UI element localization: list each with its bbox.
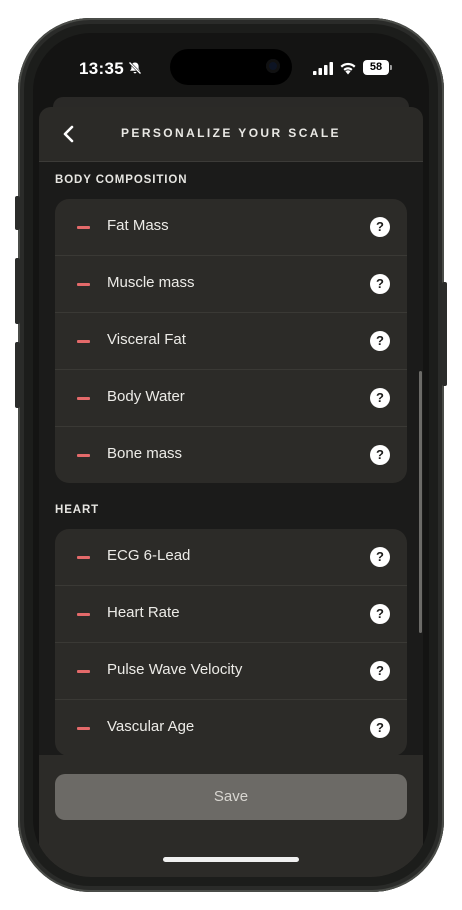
bell-slash-icon: [128, 61, 142, 75]
wifi-icon: [340, 62, 356, 75]
page-title: PERSONALIZE YOUR SCALE: [121, 126, 341, 140]
section-label-body-composition: BODY COMPOSITION: [55, 174, 188, 186]
battery-icon: 58: [363, 60, 389, 75]
item-label: Body Water: [107, 388, 185, 405]
section-label-heart: HEART: [55, 504, 100, 516]
phone-screen: 13:35 58 PERSONALIZE YOUR SCALE BODY COM…: [33, 33, 429, 877]
heart-list: ECG 6-Lead ? Heart Rate ? Pulse Wave Vel…: [55, 529, 407, 756]
item-label: Pulse Wave Velocity: [107, 661, 243, 678]
minus-icon[interactable]: [77, 340, 90, 343]
question-mark-icon[interactable]: ?: [370, 604, 390, 624]
question-mark-icon[interactable]: ?: [370, 547, 390, 567]
item-label: Heart Rate: [107, 604, 180, 621]
scrollbar[interactable]: [419, 371, 422, 633]
power-button: [442, 282, 447, 386]
battery-tip: [390, 65, 392, 70]
item-label: Muscle mass: [107, 274, 195, 291]
question-mark-icon[interactable]: ?: [370, 445, 390, 465]
list-item[interactable]: Vascular Age ?: [55, 700, 407, 756]
list-item[interactable]: Muscle mass ?: [55, 256, 407, 313]
minus-icon[interactable]: [77, 727, 90, 730]
home-indicator[interactable]: [163, 857, 299, 862]
body-composition-list: Fat Mass ? Muscle mass ? Visceral Fat ? …: [55, 199, 407, 483]
list-item[interactable]: Fat Mass ?: [55, 199, 407, 256]
list-item[interactable]: Pulse Wave Velocity ?: [55, 643, 407, 700]
minus-icon[interactable]: [77, 613, 90, 616]
item-label: Vascular Age: [107, 718, 195, 735]
list-item[interactable]: Visceral Fat ?: [55, 313, 407, 370]
status-time: 13:35: [79, 59, 124, 78]
minus-icon[interactable]: [77, 226, 90, 229]
action-button: [15, 196, 20, 230]
minus-icon[interactable]: [77, 397, 90, 400]
minus-icon[interactable]: [77, 556, 90, 559]
minus-icon[interactable]: [77, 283, 90, 286]
question-mark-icon[interactable]: ?: [370, 718, 390, 738]
navigation-bar: PERSONALIZE YOUR SCALE: [39, 107, 423, 162]
volume-down-button: [15, 342, 20, 408]
minus-icon[interactable]: [77, 454, 90, 457]
volume-up-button: [15, 258, 20, 324]
question-mark-icon[interactable]: ?: [370, 388, 390, 408]
item-label: Visceral Fat: [107, 331, 186, 348]
list-item[interactable]: Heart Rate ?: [55, 586, 407, 643]
question-mark-icon[interactable]: ?: [370, 331, 390, 351]
item-label: Bone mass: [107, 445, 183, 462]
question-mark-icon[interactable]: ?: [370, 274, 390, 294]
status-bar: 13:35 58: [33, 33, 429, 103]
question-mark-icon[interactable]: ?: [370, 661, 390, 681]
list-item[interactable]: ECG 6-Lead ?: [55, 529, 407, 586]
minus-icon[interactable]: [77, 670, 90, 673]
question-mark-icon[interactable]: ?: [370, 217, 390, 237]
dynamic-island: [170, 49, 292, 85]
cellular-signal-icon: [313, 62, 333, 75]
save-button[interactable]: Save: [55, 774, 407, 820]
item-label: ECG 6-Lead: [107, 547, 191, 564]
item-label: Fat Mass: [107, 217, 169, 234]
list-item[interactable]: Bone mass ?: [55, 427, 407, 483]
list-item[interactable]: Body Water ?: [55, 370, 407, 427]
camera-icon: [266, 59, 280, 73]
settings-sheet: PERSONALIZE YOUR SCALE BODY COMPOSITION …: [39, 107, 423, 877]
